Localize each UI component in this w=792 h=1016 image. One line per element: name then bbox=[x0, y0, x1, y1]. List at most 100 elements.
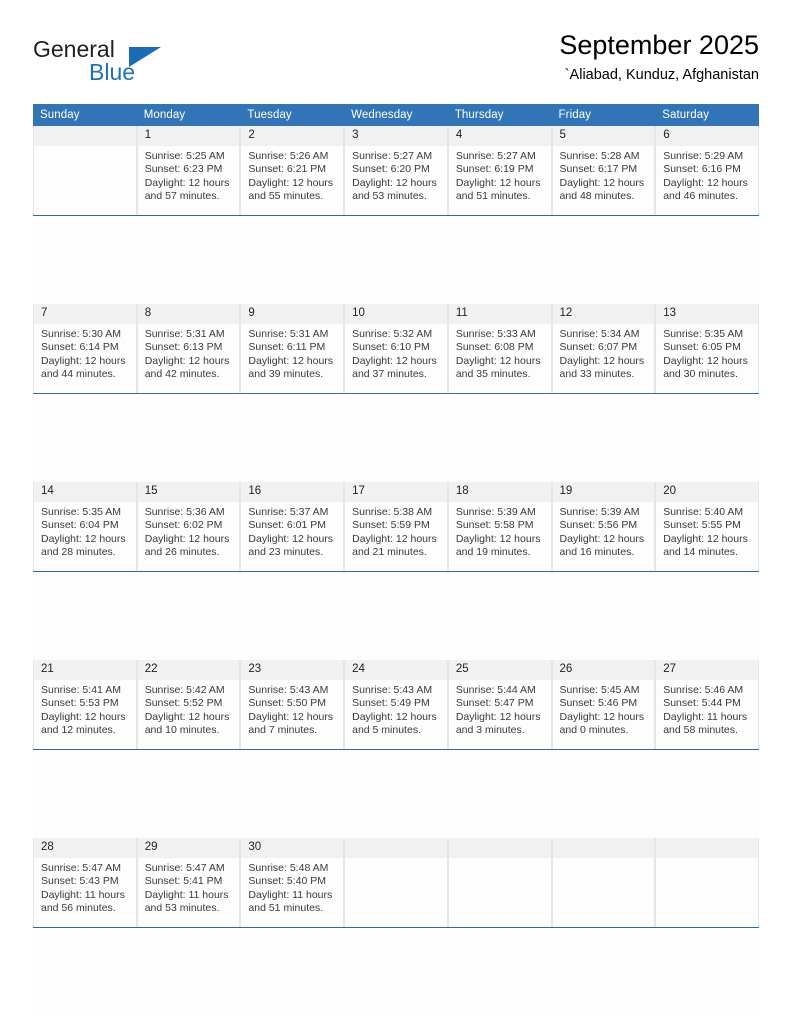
calendar-day-cell[interactable]: 20 Sunrise: 5:40 AM Sunset: 5:55 PM Dayligh… bbox=[655, 482, 759, 571]
day-number: 23 bbox=[241, 660, 344, 680]
daylight-text: Daylight: 12 hours and 35 minutes. bbox=[455, 354, 541, 381]
day-cell-16[interactable]: 16 Sunrise: 5:37 AM Sunset: 6:01 PM Dayligh… bbox=[240, 482, 345, 571]
calendar-day-cell[interactable]: 24 Sunrise: 5:43 AM Sunset: 5:49 PM Dayligh… bbox=[344, 660, 448, 749]
day-cell-empty bbox=[551, 838, 656, 927]
daylight-text: Daylight: 11 hours and 56 minutes. bbox=[41, 888, 125, 915]
day-cell-30[interactable]: 30 Sunrise: 5:48 AM Sunset: 5:40 PM Dayligh… bbox=[240, 838, 345, 927]
day-cell-19[interactable]: 19 Sunrise: 5:39 AM Sunset: 5:56 PM Dayligh… bbox=[551, 482, 656, 571]
calendar-day-cell[interactable]: 29 Sunrise: 5:47 AM Sunset: 5:41 PM Dayligh… bbox=[136, 838, 241, 927]
day-cell-5[interactable]: 5 Sunrise: 5:28 AM Sunset: 6:17 PM Daylight… bbox=[551, 126, 656, 215]
calendar-day-cell[interactable] bbox=[551, 838, 656, 927]
calendar-day-cell[interactable]: 16 Sunrise: 5:37 AM Sunset: 6:01 PM Dayligh… bbox=[240, 482, 345, 571]
day-sun-info: Sunrise: 5:43 AM Sunset: 5:50 PM Daylight:… bbox=[241, 680, 343, 738]
day-cell-empty bbox=[655, 838, 759, 927]
calendar-day-cell[interactable]: 19 Sunrise: 5:39 AM Sunset: 5:56 PM Dayligh… bbox=[551, 482, 656, 571]
day-cell-1[interactable]: 1 Sunrise: 5:25 AM Sunset: 6:23 PM Daylight… bbox=[136, 126, 241, 215]
calendar-grid: Sunday Monday Tuesday Wednesday Thursday… bbox=[33, 104, 759, 1016]
day-cell-7[interactable]: 7 Sunrise: 5:30 AM Sunset: 6:14 PM Daylight… bbox=[33, 304, 137, 393]
day-cell-29[interactable]: 29 Sunrise: 5:47 AM Sunset: 5:41 PM Dayligh… bbox=[136, 838, 241, 927]
day-cell-21[interactable]: 21 Sunrise: 5:41 AM Sunset: 5:53 PM Dayligh… bbox=[33, 660, 137, 749]
sunset-text: Sunset: 5:47 PM bbox=[455, 697, 534, 710]
daylight-text: Daylight: 12 hours and 53 minutes. bbox=[352, 176, 437, 203]
day-sun-info: Sunrise: 5:31 AM Sunset: 6:11 PM Daylight:… bbox=[241, 324, 343, 382]
weekday-header-friday: Friday bbox=[551, 104, 656, 126]
calendar-day-cell[interactable]: 10 Sunrise: 5:32 AM Sunset: 6:10 PM Dayligh… bbox=[344, 304, 448, 393]
day-cell-25[interactable]: 25 Sunrise: 5:44 AM Sunset: 5:47 PM Dayligh… bbox=[447, 660, 552, 749]
calendar-day-cell[interactable]: 25 Sunrise: 5:44 AM Sunset: 5:47 PM Dayligh… bbox=[447, 660, 552, 749]
day-sun-info: Sunrise: 5:38 AM Sunset: 5:59 PM Daylight:… bbox=[345, 502, 447, 560]
calendar-day-cell[interactable]: 4 Sunrise: 5:27 AM Sunset: 6:19 PM Daylight… bbox=[447, 126, 552, 215]
calendar-day-cell[interactable]: 5 Sunrise: 5:28 AM Sunset: 6:17 PM Daylight… bbox=[551, 126, 656, 215]
day-cell-8[interactable]: 8 Sunrise: 5:31 AM Sunset: 6:13 PM Daylight… bbox=[136, 304, 241, 393]
day-cell-23[interactable]: 23 Sunrise: 5:43 AM Sunset: 5:50 PM Dayligh… bbox=[240, 660, 345, 749]
calendar-day-cell[interactable]: 11 Sunrise: 5:33 AM Sunset: 6:08 PM Dayligh… bbox=[447, 304, 552, 393]
day-number: 7 bbox=[34, 304, 136, 324]
day-sun-info: Sunrise: 5:27 AM Sunset: 6:19 PM Daylight:… bbox=[449, 146, 551, 204]
sunset-text: Sunset: 6:02 PM bbox=[144, 519, 223, 532]
sunrise-text: Sunrise: 5:38 AM bbox=[352, 506, 433, 518]
calendar-day-cell[interactable]: 8 Sunrise: 5:31 AM Sunset: 6:13 PM Daylight… bbox=[136, 304, 241, 393]
day-cell-13[interactable]: 13 Sunrise: 5:35 AM Sunset: 6:05 PM Dayligh… bbox=[655, 304, 759, 393]
calendar-day-cell[interactable]: 13 Sunrise: 5:35 AM Sunset: 6:05 PM Dayligh… bbox=[655, 304, 759, 393]
calendar-day-cell[interactable]: 30 Sunrise: 5:48 AM Sunset: 5:40 PM Dayligh… bbox=[240, 838, 345, 927]
calendar-day-cell[interactable] bbox=[655, 838, 759, 927]
calendar-day-cell[interactable]: 12 Sunrise: 5:34 AM Sunset: 6:07 PM Dayligh… bbox=[551, 304, 656, 393]
day-cell-18[interactable]: 18 Sunrise: 5:39 AM Sunset: 5:58 PM Dayligh… bbox=[447, 482, 552, 571]
calendar-day-cell[interactable] bbox=[447, 838, 552, 927]
calendar-day-cell[interactable]: 27 Sunrise: 5:46 AM Sunset: 5:44 PM Dayligh… bbox=[655, 660, 759, 749]
calendar-day-cell[interactable]: 14 Sunrise: 5:35 AM Sunset: 6:04 PM Dayligh… bbox=[33, 482, 137, 571]
page-title: September 2025 bbox=[559, 30, 759, 60]
day-cell-3[interactable]: 3 Sunrise: 5:27 AM Sunset: 6:20 PM Daylight… bbox=[344, 126, 448, 215]
day-cell-2[interactable]: 2 Sunrise: 5:26 AM Sunset: 6:21 PM Daylight… bbox=[240, 126, 345, 215]
day-cell-11[interactable]: 11 Sunrise: 5:33 AM Sunset: 6:08 PM Dayligh… bbox=[447, 304, 552, 393]
sunset-text: Sunset: 5:52 PM bbox=[144, 697, 223, 710]
calendar-day-cell[interactable] bbox=[344, 838, 448, 927]
day-cell-14[interactable]: 14 Sunrise: 5:35 AM Sunset: 6:04 PM Dayligh… bbox=[33, 482, 137, 571]
calendar-day-cell[interactable]: 6 Sunrise: 5:29 AM Sunset: 6:16 PM Daylight… bbox=[655, 126, 759, 215]
day-number bbox=[345, 838, 447, 858]
day-number: 21 bbox=[34, 660, 136, 680]
week-separator bbox=[33, 571, 759, 660]
calendar-day-cell[interactable]: 17 Sunrise: 5:38 AM Sunset: 5:59 PM Dayligh… bbox=[344, 482, 448, 571]
calendar-day-cell[interactable]: 28 Sunrise: 5:47 AM Sunset: 5:43 PM Dayligh… bbox=[33, 838, 137, 927]
sunset-text: Sunset: 6:21 PM bbox=[248, 163, 327, 176]
calendar-day-cell[interactable]: 2 Sunrise: 5:26 AM Sunset: 6:21 PM Daylight… bbox=[240, 126, 345, 215]
weekday-header-thursday: Thursday bbox=[447, 104, 552, 126]
calendar-day-cell[interactable]: 21 Sunrise: 5:41 AM Sunset: 5:53 PM Dayligh… bbox=[33, 660, 137, 749]
calendar-day-cell[interactable]: 22 Sunrise: 5:42 AM Sunset: 5:52 PM Dayligh… bbox=[136, 660, 241, 749]
calendar-day-cell[interactable]: 9 Sunrise: 5:31 AM Sunset: 6:11 PM Daylight… bbox=[240, 304, 345, 393]
day-number: 2 bbox=[241, 126, 344, 146]
day-cell-26[interactable]: 26 Sunrise: 5:45 AM Sunset: 5:46 PM Dayligh… bbox=[551, 660, 656, 749]
calendar-day-cell[interactable]: 26 Sunrise: 5:45 AM Sunset: 5:46 PM Dayligh… bbox=[551, 660, 656, 749]
day-cell-10[interactable]: 10 Sunrise: 5:32 AM Sunset: 6:10 PM Dayligh… bbox=[344, 304, 448, 393]
daylight-text: Daylight: 12 hours and 37 minutes. bbox=[352, 354, 437, 381]
day-cell-12[interactable]: 12 Sunrise: 5:34 AM Sunset: 6:07 PM Dayligh… bbox=[551, 304, 656, 393]
day-number: 25 bbox=[448, 660, 551, 680]
sunset-text: Sunset: 5:43 PM bbox=[41, 875, 119, 888]
calendar-day-cell[interactable] bbox=[33, 126, 137, 215]
day-cell-24[interactable]: 24 Sunrise: 5:43 AM Sunset: 5:49 PM Dayligh… bbox=[344, 660, 448, 749]
day-cell-17[interactable]: 17 Sunrise: 5:38 AM Sunset: 5:59 PM Dayligh… bbox=[344, 482, 448, 571]
calendar-day-cell[interactable]: 7 Sunrise: 5:30 AM Sunset: 6:14 PM Daylight… bbox=[33, 304, 137, 393]
day-cell-22[interactable]: 22 Sunrise: 5:42 AM Sunset: 5:52 PM Dayligh… bbox=[136, 660, 241, 749]
day-cell-9[interactable]: 9 Sunrise: 5:31 AM Sunset: 6:11 PM Daylight… bbox=[240, 304, 345, 393]
calendar-day-cell[interactable]: 15 Sunrise: 5:36 AM Sunset: 6:02 PM Dayligh… bbox=[136, 482, 241, 571]
day-cell-20[interactable]: 20 Sunrise: 5:40 AM Sunset: 5:55 PM Dayligh… bbox=[655, 482, 759, 571]
weekday-header-tuesday: Tuesday bbox=[240, 104, 345, 126]
day-number: 29 bbox=[137, 838, 240, 858]
day-cell-6[interactable]: 6 Sunrise: 5:29 AM Sunset: 6:16 PM Daylight… bbox=[655, 126, 759, 215]
day-cell-27[interactable]: 27 Sunrise: 5:46 AM Sunset: 5:44 PM Dayligh… bbox=[655, 660, 759, 749]
daylight-text: Daylight: 12 hours and 5 minutes. bbox=[352, 710, 437, 737]
day-cell-4[interactable]: 4 Sunrise: 5:27 AM Sunset: 6:19 PM Daylight… bbox=[447, 126, 552, 215]
day-cell-15[interactable]: 15 Sunrise: 5:36 AM Sunset: 6:02 PM Dayligh… bbox=[136, 482, 241, 571]
daylight-text: Daylight: 12 hours and 55 minutes. bbox=[248, 176, 334, 203]
day-sun-info: Sunrise: 5:39 AM Sunset: 5:58 PM Daylight:… bbox=[449, 502, 551, 560]
calendar-day-cell[interactable]: 23 Sunrise: 5:43 AM Sunset: 5:50 PM Dayligh… bbox=[240, 660, 345, 749]
day-cell-28[interactable]: 28 Sunrise: 5:47 AM Sunset: 5:43 PM Dayligh… bbox=[33, 838, 137, 927]
day-sun-info: Sunrise: 5:39 AM Sunset: 5:56 PM Daylight:… bbox=[553, 502, 655, 560]
calendar-day-cell[interactable]: 18 Sunrise: 5:39 AM Sunset: 5:58 PM Dayligh… bbox=[447, 482, 552, 571]
calendar-day-cell[interactable]: 3 Sunrise: 5:27 AM Sunset: 6:20 PM Daylight… bbox=[344, 126, 448, 215]
calendar-day-cell[interactable]: 1 Sunrise: 5:25 AM Sunset: 6:23 PM Daylight… bbox=[136, 126, 241, 215]
sunrise-text: Sunrise: 5:39 AM bbox=[559, 506, 640, 518]
weekday-header-sunday: Sunday bbox=[33, 104, 137, 126]
